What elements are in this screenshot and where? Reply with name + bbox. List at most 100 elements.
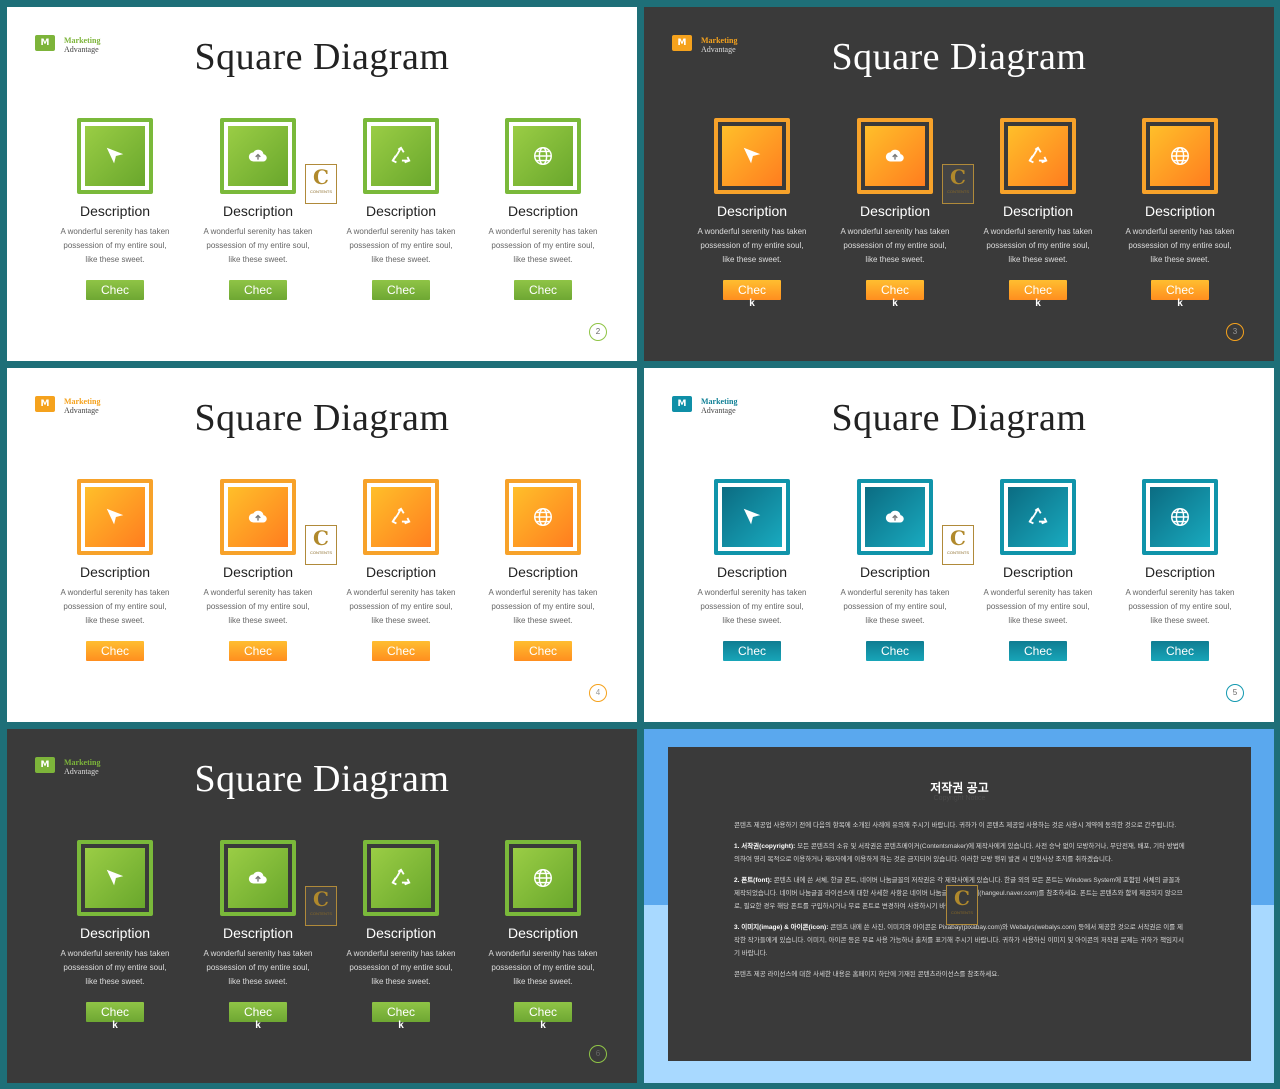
cloud-upload-icon bbox=[865, 487, 925, 547]
item-body: A wonderful serenity has taken possessio… bbox=[840, 588, 950, 625]
check-button[interactable]: Chec k bbox=[514, 1002, 572, 1031]
slide-title: Square Diagram bbox=[831, 36, 1087, 78]
check-button[interactable]: Chec bbox=[514, 280, 572, 300]
check-button[interactable]: Chec bbox=[229, 280, 287, 300]
item-heading: Description bbox=[859, 203, 931, 219]
item-body: A wonderful serenity has taken possessio… bbox=[60, 227, 170, 264]
diagram-item: Description A wonderful serenity has take… bbox=[45, 118, 185, 300]
copyright-slide[interactable]: 저작권 공고 Copyright Notice 콘텐츠 제공업 사용하기 전에 … bbox=[644, 729, 1274, 1083]
item-body: A wonderful serenity has taken possessio… bbox=[697, 588, 807, 625]
diagram-item: Description A wonderful serenity has take… bbox=[473, 118, 613, 300]
square-frame bbox=[220, 118, 296, 194]
item-body: A wonderful serenity has taken possessio… bbox=[1125, 588, 1235, 625]
item-heading: Description bbox=[1002, 564, 1074, 580]
check-button-label: Chec bbox=[737, 644, 766, 658]
slide-title: Square Diagram bbox=[194, 758, 450, 800]
item-heading: Description bbox=[222, 925, 294, 941]
send-icon bbox=[722, 126, 782, 186]
item-heading: Description bbox=[365, 925, 437, 941]
diagram-item: Description A wonderful serenity has take… bbox=[331, 479, 471, 661]
check-button[interactable]: Chec bbox=[1151, 641, 1209, 661]
item-heading: Description bbox=[1144, 203, 1216, 219]
check-button-label: Chec bbox=[528, 283, 557, 297]
check-button-label: Chec bbox=[100, 644, 129, 658]
check-button[interactable]: Chec bbox=[86, 280, 144, 300]
send-icon bbox=[85, 487, 145, 547]
diagram-item: Description A wonderful serenity has take… bbox=[1110, 479, 1250, 661]
check-button[interactable]: Chec k bbox=[1009, 280, 1067, 309]
watermark-text: CONTENTS bbox=[947, 189, 969, 194]
copyright-para-1: 1. 서작권(copyright): 모든 콘텐츠의 소유 및 서작권은 콘텐츠… bbox=[734, 840, 1185, 866]
square-frame bbox=[1142, 118, 1218, 194]
cloud-upload-icon bbox=[228, 126, 288, 186]
check-button[interactable]: Chec bbox=[514, 641, 572, 661]
item-body: A wonderful serenity has taken possessio… bbox=[60, 949, 170, 986]
check-button[interactable]: Chec k bbox=[372, 1002, 430, 1031]
item-heading: Description bbox=[716, 203, 788, 219]
copyright-footer: 콘텐츠 제공 라이선스에 대한 사세한 내용은 홈페이지 하단에 기재된 콘텐츠… bbox=[734, 971, 1000, 978]
check-button-label: Chec bbox=[100, 283, 129, 297]
check-button-wrap-text: k bbox=[540, 1020, 546, 1031]
square-frame bbox=[1142, 479, 1218, 555]
check-button-label: Chec bbox=[386, 283, 415, 297]
diagram-item: Description A wonderful serenity has take… bbox=[968, 479, 1108, 661]
item-heading: Description bbox=[507, 925, 579, 941]
diagram-item: Description A wonderful serenity has take… bbox=[473, 479, 613, 661]
item-heading: Description bbox=[507, 564, 579, 580]
check-button[interactable]: Chec bbox=[229, 641, 287, 661]
check-button[interactable]: Chec k bbox=[229, 1002, 287, 1031]
check-button[interactable]: Chec bbox=[1009, 641, 1067, 661]
item-heading: Description bbox=[222, 564, 294, 580]
square-frame bbox=[505, 840, 581, 916]
watermark-letter: C bbox=[313, 165, 329, 189]
globe-icon bbox=[513, 487, 573, 547]
item-body: A wonderful serenity has taken possessio… bbox=[1125, 227, 1235, 264]
check-button-label: Chec bbox=[528, 644, 557, 658]
check-button[interactable]: Chec k bbox=[86, 1002, 144, 1031]
slide-6[interactable]: M Marketing Advantage Square Diagram Descrip… bbox=[7, 729, 637, 1083]
slide-title: Square Diagram bbox=[194, 36, 450, 78]
check-button[interactable]: Chec bbox=[866, 641, 924, 661]
square-frame bbox=[1000, 118, 1076, 194]
globe-icon bbox=[1150, 487, 1210, 547]
item-heading: Description bbox=[859, 564, 931, 580]
square-frame bbox=[505, 479, 581, 555]
slide-3[interactable]: M Marketing Advantage Square Diagram Descrip… bbox=[644, 7, 1274, 361]
diagram-item: Description A wonderful serenity has take… bbox=[825, 479, 965, 661]
check-button-label: Chec bbox=[880, 644, 909, 658]
cloud-upload-icon bbox=[865, 126, 925, 186]
item-body: A wonderful serenity has taken possessio… bbox=[203, 949, 313, 986]
watermark-text: CONTENTS bbox=[310, 550, 332, 555]
diagram-item: Description A wonderful serenity has take… bbox=[188, 479, 328, 661]
square-frame bbox=[363, 479, 439, 555]
check-button[interactable]: Chec k bbox=[866, 280, 924, 309]
square-frame bbox=[220, 840, 296, 916]
slide-2[interactable]: M Marketing Advantage Square Diagram Descrip… bbox=[7, 7, 637, 361]
check-button[interactable]: Chec bbox=[723, 641, 781, 661]
cloud-upload-icon bbox=[228, 848, 288, 908]
check-button[interactable]: Chec k bbox=[1151, 280, 1209, 309]
check-button-label: Chec bbox=[243, 283, 272, 297]
check-button[interactable]: Chec bbox=[86, 641, 144, 661]
watermark-letter: C bbox=[313, 526, 329, 550]
square-frame bbox=[857, 118, 933, 194]
slide-5[interactable]: M Marketing Advantage Square Diagram Descrip… bbox=[644, 368, 1274, 722]
globe-icon bbox=[513, 848, 573, 908]
slide-4[interactable]: M Marketing Advantage Square Diagram Descrip… bbox=[7, 368, 637, 722]
item-heading: Description bbox=[507, 203, 579, 219]
check-button[interactable]: Chec bbox=[372, 280, 430, 300]
item-body: A wonderful serenity has taken possessio… bbox=[697, 227, 807, 264]
diagram-item: Description A wonderful serenity has take… bbox=[331, 118, 471, 300]
copyright-intro: 콘텐츠 제공업 사용하기 전에 다음의 항목에 소개된 사례에 유의해 주시기 … bbox=[734, 822, 1177, 829]
item-body: A wonderful serenity has taken possessio… bbox=[346, 949, 456, 986]
check-button[interactable]: Chec bbox=[372, 641, 430, 661]
square-frame bbox=[714, 479, 790, 555]
item-heading: Description bbox=[222, 203, 294, 219]
square-frame bbox=[714, 118, 790, 194]
send-icon bbox=[85, 126, 145, 186]
square-frame bbox=[363, 118, 439, 194]
square-frame bbox=[220, 479, 296, 555]
item-body: A wonderful serenity has taken possessio… bbox=[488, 949, 598, 986]
check-button[interactable]: Chec k bbox=[723, 280, 781, 309]
watermark-letter: C bbox=[950, 165, 966, 189]
